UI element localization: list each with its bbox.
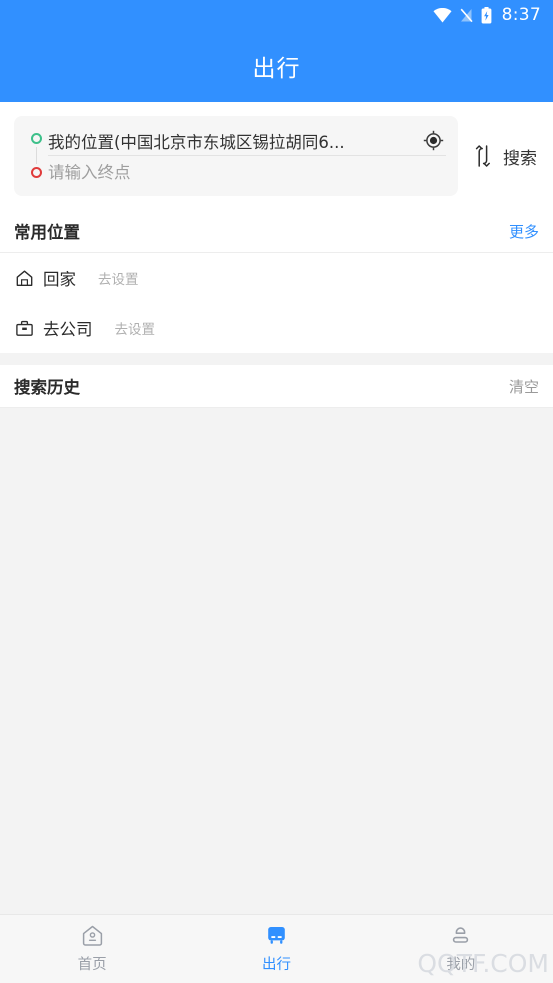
more-link[interactable]: 更多 <box>509 221 539 242</box>
bus-icon <box>264 924 289 948</box>
frequent-location-label: 去公司 <box>43 320 93 339</box>
search-history-section: 搜索历史 清空 <box>0 365 553 408</box>
search-history-title: 搜索历史 <box>14 378 80 397</box>
route-fields: 我的位置(中国北京市东城区锡拉胡同6... 请输入终点 <box>48 126 446 186</box>
frequent-location-row-company[interactable]: 去公司 去设置 <box>0 303 553 353</box>
route-dots <box>24 126 48 186</box>
destination-input[interactable]: 请输入终点 <box>48 159 446 183</box>
section-gap <box>0 353 553 365</box>
app-header: 出行 <box>0 30 553 102</box>
route-inputs: 我的位置(中国北京市东城区锡拉胡同6... 请输入终点 <box>14 116 458 196</box>
signal-off-icon <box>460 8 473 23</box>
destination-field-row[interactable]: 请输入终点 <box>48 156 446 186</box>
frequent-locations-section: 常用位置 更多 回家 去设置 去公司 去设置 <box>0 210 553 353</box>
status-bar: 8:37 <box>0 0 553 30</box>
route-search-card: 我的位置(中国北京市东城区锡拉胡同6... 请输入终点 搜索 <box>0 102 553 210</box>
nav-label-travel: 出行 <box>261 957 291 973</box>
frequent-locations-title: 常用位置 <box>14 223 80 242</box>
battery-charging-icon <box>481 6 492 24</box>
origin-dot-icon <box>30 133 42 144</box>
search-history-header: 搜索历史 清空 <box>0 365 553 407</box>
search-button[interactable]: 搜索 <box>503 144 537 169</box>
clear-history-button[interactable]: 清空 <box>509 376 539 397</box>
main-content: 我的位置(中国北京市东城区锡拉胡同6... 请输入终点 搜索 常用位置 更多 回… <box>0 102 553 914</box>
nav-item-profile[interactable]: 我的 <box>369 924 553 974</box>
nav-label-home: 首页 <box>77 957 107 973</box>
person-icon <box>448 924 473 948</box>
frequent-location-hint[interactable]: 去设置 <box>98 268 139 288</box>
origin-input[interactable]: 我的位置(中国北京市东城区锡拉胡同6... <box>48 129 416 153</box>
nav-item-home[interactable]: 首页 <box>0 924 184 974</box>
frequent-location-row-home[interactable]: 回家 去设置 <box>0 253 553 303</box>
frequent-location-label: 回家 <box>43 270 76 289</box>
nav-item-travel[interactable]: 出行 <box>184 924 368 974</box>
briefcase-icon <box>14 318 34 338</box>
search-actions: 搜索 <box>458 144 539 169</box>
frequent-location-hint[interactable]: 去设置 <box>115 318 156 338</box>
destination-dot-icon <box>30 167 42 178</box>
page-title: 出行 <box>252 56 301 82</box>
wifi-icon <box>433 7 452 23</box>
frequent-locations-header: 常用位置 更多 <box>0 210 553 252</box>
nav-label-profile: 我的 <box>446 957 476 973</box>
gps-target-icon[interactable] <box>420 128 446 154</box>
home-icon <box>14 268 34 288</box>
search-history-empty-area <box>0 408 553 914</box>
home-outline-icon <box>80 924 105 948</box>
swap-vertical-icon[interactable] <box>472 144 494 168</box>
status-time: 8:37 <box>501 5 541 25</box>
origin-field-row[interactable]: 我的位置(中国北京市东城区锡拉胡同6... <box>48 126 446 156</box>
route-connector-line <box>35 147 37 164</box>
bottom-navigation: 首页 出行 我的 QQTF.COM <box>0 914 553 983</box>
